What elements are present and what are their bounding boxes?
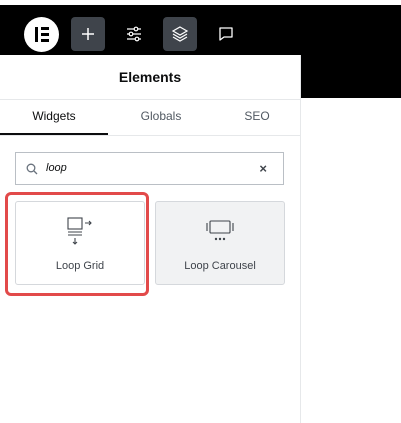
widget-loop-carousel[interactable]: Loop Carousel [155, 201, 285, 285]
tab-seo[interactable]: SEO [214, 100, 300, 135]
add-element-button[interactable] [71, 17, 105, 51]
tab-widgets[interactable]: Widgets [0, 100, 108, 135]
elements-panel: Elements Widgets Globals SEO loop × Loop… [0, 55, 301, 423]
elementor-logo[interactable] [24, 17, 59, 52]
canvas-header-area [300, 55, 401, 98]
comment-icon [219, 27, 233, 41]
notes-button[interactable] [209, 17, 243, 51]
search-query: loop [46, 162, 67, 174]
panel-tabs: Widgets Globals SEO [0, 100, 300, 136]
layers-icon [171, 26, 189, 42]
loop-carousel-icon [206, 220, 234, 241]
search-input[interactable]: loop × [15, 152, 284, 185]
plus-icon [82, 28, 94, 40]
search-icon [26, 163, 38, 175]
clear-search-icon[interactable]: × [259, 161, 267, 176]
tab-globals[interactable]: Globals [108, 100, 214, 135]
widget-label: Loop Carousel [184, 260, 256, 272]
structure-button[interactable] [163, 17, 197, 51]
editor-top-bar [0, 5, 401, 55]
sliders-icon [127, 26, 141, 42]
site-settings-button[interactable] [117, 17, 151, 51]
panel-title: Elements [0, 55, 300, 100]
highlight-box [5, 192, 149, 296]
